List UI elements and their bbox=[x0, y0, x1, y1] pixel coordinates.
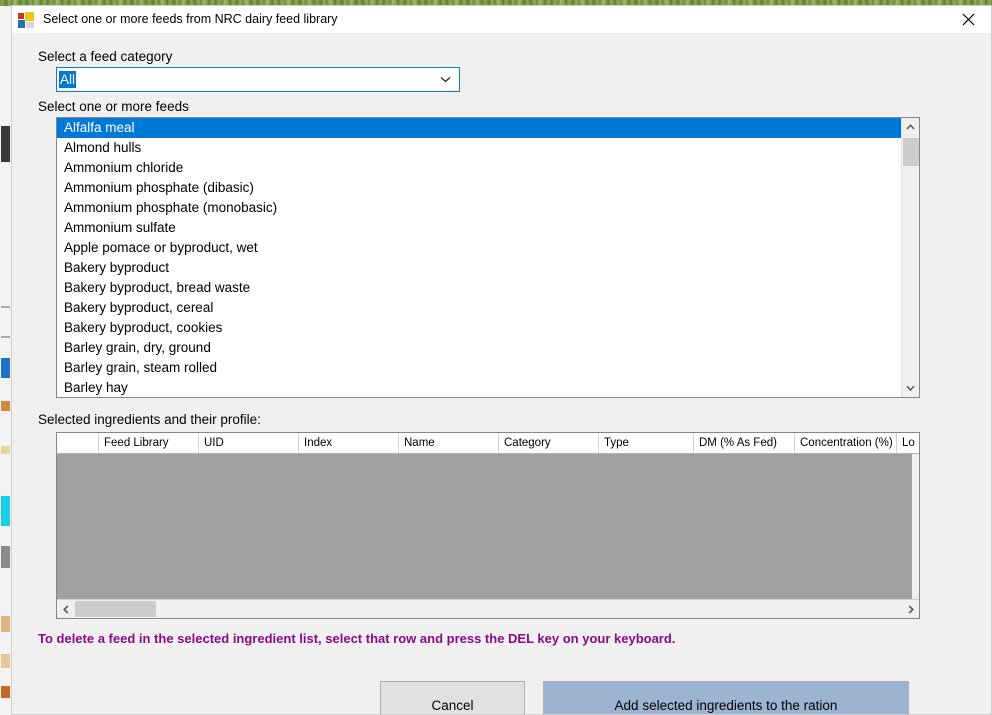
select-feeds-label: Select one or more feeds bbox=[38, 99, 189, 114]
grid-header-row: Feed Library UID Index Name Category Typ… bbox=[57, 433, 919, 454]
list-item[interactable]: Ammonium chloride bbox=[57, 158, 902, 178]
title-bar[interactable]: Select one or more feeds from NRC dairy … bbox=[12, 6, 991, 33]
window-title: Select one or more feeds from NRC dairy … bbox=[43, 12, 338, 26]
delete-hint-text: To delete a feed in the selected ingredi… bbox=[38, 631, 676, 646]
backdrop-fleck bbox=[1, 401, 10, 411]
feed-list-vertical-scrollbar[interactable] bbox=[901, 118, 919, 397]
backdrop-fleck bbox=[1, 546, 10, 568]
feed-category-combobox[interactable]: All bbox=[56, 67, 460, 92]
backdrop-fleck bbox=[1, 616, 10, 632]
add-selected-ingredients-button[interactable]: Add selected ingredients to the ration bbox=[543, 681, 909, 714]
backdrop-fleck bbox=[1, 446, 10, 454]
list-item[interactable]: Ammonium sulfate bbox=[57, 218, 902, 238]
grid-column-header-category[interactable]: Category bbox=[499, 433, 599, 453]
list-item[interactable]: Ammonium phosphate (dibasic) bbox=[57, 178, 902, 198]
grid-column-header-name[interactable]: Name bbox=[399, 433, 499, 453]
list-item[interactable]: Barley hay bbox=[57, 378, 902, 397]
list-item[interactable]: Bakery byproduct bbox=[57, 258, 902, 278]
feed-listbox[interactable]: Alfalfa meal Almond hulls Ammonium chlor… bbox=[56, 117, 920, 398]
feed-list[interactable]: Alfalfa meal Almond hulls Ammonium chlor… bbox=[57, 118, 902, 397]
close-icon[interactable] bbox=[946, 6, 991, 33]
grid-column-header-concentration[interactable]: Concentration (%) bbox=[795, 433, 897, 453]
grid-body-empty[interactable] bbox=[57, 454, 919, 599]
feed-category-label: Select a feed category bbox=[38, 49, 173, 64]
backdrop-fleck bbox=[1, 306, 10, 308]
cancel-button[interactable]: Cancel bbox=[380, 681, 525, 714]
chevron-up-icon[interactable] bbox=[902, 118, 919, 136]
grid-right-filler bbox=[912, 454, 919, 599]
scrollbar-thumb[interactable] bbox=[903, 138, 919, 166]
grid-column-header-dm[interactable]: DM (% As Fed) bbox=[694, 433, 795, 453]
feed-selection-dialog: Select one or more feeds from NRC dairy … bbox=[11, 5, 992, 715]
list-item[interactable]: Almond hulls bbox=[57, 138, 902, 158]
list-item[interactable]: Alfalfa meal bbox=[57, 118, 902, 138]
grid-column-header-index[interactable]: Index bbox=[299, 433, 399, 453]
grid-column-header-location[interactable]: Lo bbox=[897, 433, 919, 453]
grid-column-header-uid[interactable]: UID bbox=[199, 433, 299, 453]
chevron-right-icon[interactable] bbox=[902, 600, 919, 618]
list-item[interactable]: Barley grain, dry, ground bbox=[57, 338, 902, 358]
backdrop-fleck bbox=[1, 686, 10, 698]
chevron-down-icon[interactable] bbox=[437, 68, 453, 91]
list-item[interactable]: Ammonium phosphate (monobasic) bbox=[57, 198, 902, 218]
list-item[interactable]: Barley grain, steam rolled bbox=[57, 358, 902, 378]
selected-profile-label: Selected ingredients and their profile: bbox=[38, 412, 261, 427]
grid-column-header-rowselector[interactable] bbox=[57, 433, 99, 453]
grid-column-header-type[interactable]: Type bbox=[599, 433, 694, 453]
backdrop-fleck bbox=[1, 496, 10, 526]
backdrop-fleck bbox=[1, 336, 10, 338]
scrollbar-thumb[interactable] bbox=[75, 601, 156, 617]
grid-column-header-feed-library[interactable]: Feed Library bbox=[99, 433, 199, 453]
chevron-left-icon[interactable] bbox=[57, 600, 74, 618]
list-item[interactable]: Bakery byproduct, bread waste bbox=[57, 278, 902, 298]
backdrop-fleck bbox=[1, 126, 10, 162]
list-item[interactable]: Bakery byproduct, cereal bbox=[57, 298, 902, 318]
feed-category-value: All bbox=[59, 71, 77, 88]
dialog-client-area: Select a feed category All Select one or… bbox=[12, 33, 991, 714]
list-item[interactable]: Bakery byproduct, cookies bbox=[57, 318, 902, 338]
chevron-down-icon[interactable] bbox=[902, 379, 919, 397]
grid-horizontal-scrollbar[interactable] bbox=[57, 599, 919, 618]
backdrop-fleck bbox=[1, 358, 10, 378]
backdrop-fleck bbox=[1, 654, 10, 668]
windows-form-icon bbox=[18, 11, 34, 28]
list-item[interactable]: Apple pomace or byproduct, wet bbox=[57, 238, 902, 258]
selected-ingredients-grid[interactable]: Feed Library UID Index Name Category Typ… bbox=[56, 432, 920, 619]
